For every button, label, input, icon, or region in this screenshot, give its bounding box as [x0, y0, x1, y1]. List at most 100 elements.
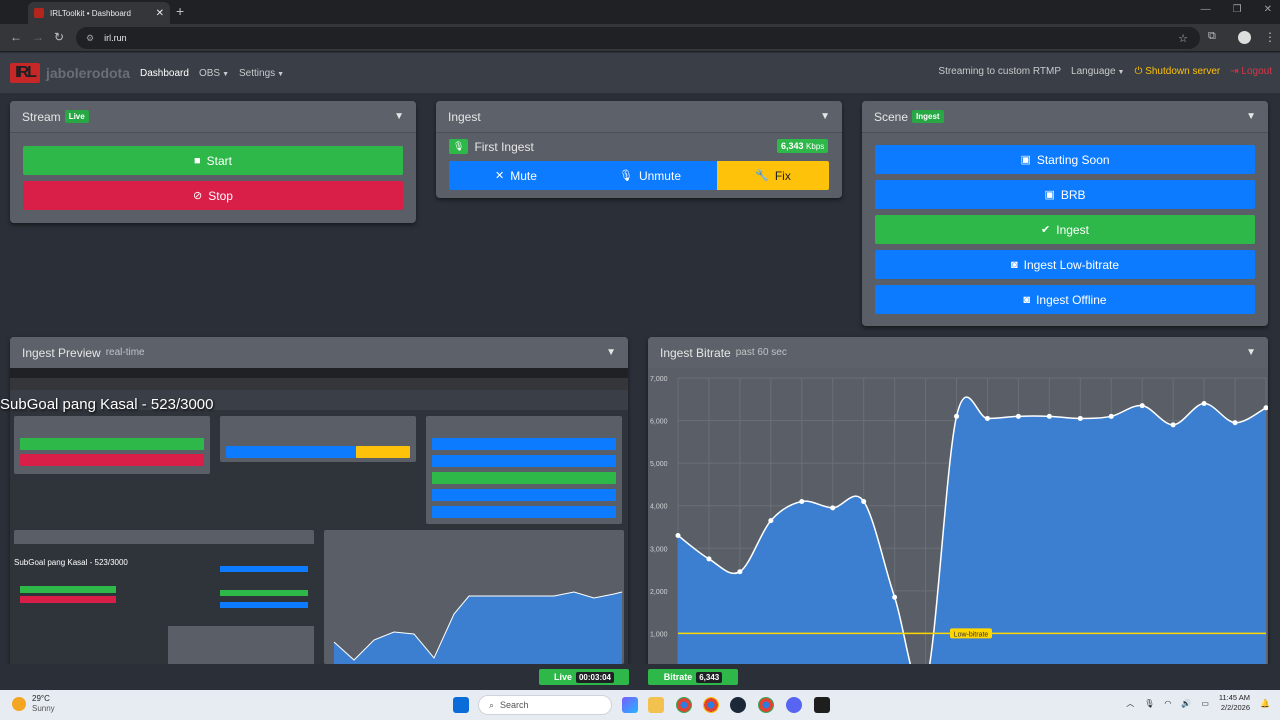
- scene-label: Starting Soon: [1036, 152, 1110, 167]
- nested-fix-button: [356, 446, 410, 458]
- volume-icon[interactable]: 🔊: [1181, 699, 1191, 708]
- scene-button-ingest-offline[interactable]: ◙ Ingest Offline: [875, 285, 1255, 314]
- video-camera-slash-icon: ⊘: [193, 190, 203, 202]
- scene-label: Ingest Offline: [1036, 292, 1107, 307]
- mute-button[interactable]: ✕ Mute: [449, 161, 583, 190]
- nested-ingest-card: [220, 416, 416, 462]
- clock[interactable]: 11:45 AM 2/2/2026: [1219, 693, 1250, 713]
- chevron-down-icon[interactable]: ▼: [1246, 111, 1256, 122]
- y-tick-label: 2,000: [650, 589, 668, 596]
- file-explorer-icon[interactable]: [648, 697, 664, 713]
- robot-icon: ◙: [1010, 258, 1018, 271]
- microphone-icon[interactable]: 🎙: [1144, 699, 1154, 708]
- minimize-icon[interactable]: —: [1201, 4, 1211, 15]
- nested-mini-stop: [20, 596, 116, 603]
- stream-card-title: Stream: [22, 109, 61, 124]
- chart-data-point: [1139, 403, 1145, 409]
- mute-label: Mute: [510, 168, 537, 183]
- steam-icon[interactable]: [730, 697, 746, 713]
- windows-taskbar: 29°C Sunny ⌕ Search ︿ 🎙 ◠ 🔊 ▭ 11:45 AM 2…: [0, 690, 1280, 720]
- bitrate-value: 6,343: [696, 671, 723, 683]
- chevron-down-icon[interactable]: ▼: [820, 111, 830, 122]
- extensions-icon[interactable]: ⧉: [1208, 30, 1216, 43]
- stream-card-header: Stream Live ▼: [10, 101, 416, 133]
- shutdown-server-link[interactable]: ⏻ Shutdown server: [1134, 66, 1220, 77]
- username: jabolerodota: [46, 65, 131, 81]
- notification-bell-icon[interactable]: 🔔: [1260, 699, 1270, 708]
- y-tick-label: 5,000: [650, 461, 668, 468]
- close-window-icon[interactable]: ✕: [1264, 4, 1272, 15]
- reload-icon[interactable]: ↻: [54, 30, 64, 44]
- bookmark-star-icon[interactable]: ☆: [1178, 32, 1188, 45]
- site-info-icon[interactable]: ⚙: [86, 33, 94, 44]
- chart-data-point: [1077, 415, 1083, 421]
- chevron-up-icon[interactable]: ︿: [1126, 698, 1134, 709]
- image-icon: ▣: [1020, 154, 1031, 166]
- scene-button-starting-soon[interactable]: ▣ Starting Soon: [875, 145, 1255, 174]
- start-label: Start: [206, 153, 232, 168]
- wifi-icon[interactable]: ◠: [1164, 699, 1171, 708]
- url-bar[interactable]: ⚙ irl.run ☆: [76, 27, 1200, 49]
- live-label: Live: [553, 672, 572, 682]
- logout-icon: ⇥: [1230, 66, 1242, 77]
- chevron-down-icon[interactable]: ▼: [606, 347, 616, 358]
- windows-start-icon[interactable]: [453, 697, 469, 713]
- scene-button-brb[interactable]: ▣ BRB: [875, 180, 1255, 209]
- copilot-icon[interactable]: [622, 697, 638, 713]
- bitrate-label: Bitrate: [663, 672, 693, 682]
- kbps-unit: Kbps: [806, 142, 825, 151]
- chart-data-point: [984, 415, 990, 421]
- chart-data-point: [675, 533, 681, 539]
- chrome-icon[interactable]: [758, 697, 774, 713]
- search-label: Search: [500, 700, 529, 710]
- chart-data-point: [1170, 422, 1176, 428]
- stop-stream-button[interactable]: ⊘ Stop: [23, 181, 403, 210]
- nested-mini-chart: [168, 626, 314, 664]
- back-icon[interactable]: ←: [10, 30, 22, 44]
- browser-tab[interactable]: IRLToolkit • Dashboard ✕: [28, 2, 170, 24]
- navbar-right: Streaming to custom RTMP Language ▼ ⏻ Shu…: [938, 66, 1272, 77]
- chrome-icon[interactable]: [676, 697, 692, 713]
- menu-dots-icon[interactable]: ⋮: [1264, 30, 1276, 44]
- logout-link[interactable]: ⇥ Logout: [1230, 66, 1272, 77]
- battery-icon[interactable]: ▭: [1201, 699, 1209, 708]
- scene-badge: Ingest: [912, 110, 944, 123]
- unmute-button[interactable]: 🎙 Unmute: [583, 161, 717, 190]
- app-icon[interactable]: [814, 697, 830, 713]
- profile-avatar[interactable]: [1238, 31, 1251, 44]
- y-tick-label: 6,000: [650, 419, 668, 426]
- tab-title: IRLToolkit • Dashboard: [50, 8, 131, 18]
- nav-settings[interactable]: Settings ▼: [239, 68, 284, 79]
- bitrate-card-title: Ingest Bitrate: [660, 345, 731, 360]
- chevron-down-icon[interactable]: ▼: [394, 111, 404, 122]
- forward-icon[interactable]: →: [32, 30, 44, 44]
- close-tab-icon[interactable]: ✕: [156, 8, 164, 19]
- taskbar-search[interactable]: ⌕ Search: [478, 695, 612, 715]
- discord-icon[interactable]: [786, 697, 802, 713]
- nested-mini-scene: [220, 590, 308, 596]
- scene-button-ingest[interactable]: ✔ Ingest: [875, 215, 1255, 244]
- chart-data-point: [1232, 420, 1238, 426]
- nested-scene-btn: [432, 438, 616, 450]
- bitrate-card-subtitle: past 60 sec: [735, 347, 787, 358]
- nav-obs[interactable]: OBS ▼: [199, 68, 229, 79]
- scene-button-ingest-low-bitrate[interactable]: ◙ Ingest Low-bitrate: [875, 250, 1255, 279]
- microphone-slash-icon: ✕: [495, 170, 505, 182]
- chevron-down-icon[interactable]: ▼: [1246, 347, 1256, 358]
- nested-scene-btn: [432, 455, 616, 467]
- new-tab-button[interactable]: +: [176, 3, 184, 19]
- y-tick-label: 7,000: [650, 376, 668, 383]
- bitrate-card-header: Ingest Bitrate past 60 sec ▼: [648, 337, 1268, 369]
- brand-logo[interactable]: IRL jabolerodota: [10, 63, 130, 83]
- fix-button[interactable]: 🔧 Fix: [717, 161, 829, 190]
- kbps-badge: 6,343 Kbps: [777, 139, 829, 153]
- chart-data-point: [768, 518, 774, 524]
- weather-widget[interactable]: 29°C Sunny: [12, 694, 55, 714]
- fix-label: Fix: [774, 168, 791, 183]
- restore-icon[interactable]: ❐: [1233, 4, 1242, 15]
- chrome-icon[interactable]: [703, 697, 719, 713]
- nav-dashboard[interactable]: Dashboard: [140, 68, 189, 79]
- language-dropdown[interactable]: Language ▼: [1071, 66, 1124, 77]
- start-stream-button[interactable]: ■ Start: [23, 146, 403, 175]
- caret-down-icon: ▼: [222, 70, 229, 78]
